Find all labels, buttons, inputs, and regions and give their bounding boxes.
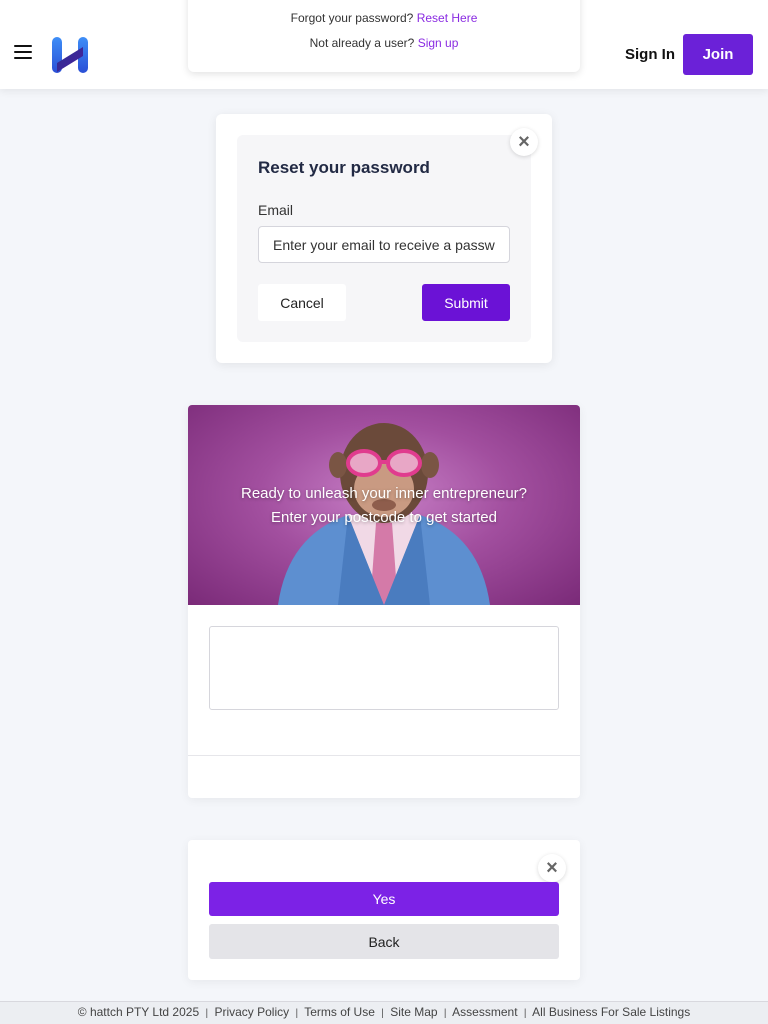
forgot-password-text: Forgot your password? — [290, 11, 414, 25]
hero-banner: Ready to unleash your inner entrepreneur… — [188, 405, 580, 605]
footer-separator: | — [295, 1008, 299, 1019]
card-divider — [188, 755, 580, 756]
close-icon[interactable]: × — [538, 854, 566, 882]
signup-row: Not already a user? Sign up — [188, 36, 580, 50]
email-field[interactable] — [258, 226, 510, 263]
copyright-text: © hattch PTY Ltd 2025 — [77, 1005, 200, 1019]
reset-password-title: Reset your password — [258, 158, 430, 177]
yes-button[interactable]: Yes — [209, 882, 559, 916]
hamburger-menu-icon[interactable] — [14, 45, 32, 59]
footer-separator: | — [443, 1008, 447, 1019]
site-map-link[interactable]: Site Map — [390, 1005, 437, 1019]
cancel-button[interactable]: Cancel — [258, 284, 346, 321]
footer-separator: | — [523, 1008, 527, 1019]
back-button[interactable]: Back — [209, 924, 559, 959]
join-button[interactable]: Join — [683, 34, 753, 75]
hattch-logo-icon[interactable] — [51, 36, 89, 74]
sign-up-link[interactable]: Sign up — [418, 36, 459, 50]
all-listings-link[interactable]: All Business For Sale Listings — [532, 1005, 690, 1019]
footer-separator: | — [205, 1008, 209, 1019]
terms-of-use-link[interactable]: Terms of Use — [304, 1005, 375, 1019]
login-card: Forgot your password? Reset Here Not alr… — [188, 0, 580, 72]
footer-separator: | — [381, 1008, 384, 1019]
forgot-password-row: Forgot your password? Reset Here — [188, 11, 580, 25]
not-user-text: Not already a user? — [309, 36, 415, 50]
submit-button[interactable]: Submit — [422, 284, 510, 321]
assessment-link[interactable]: Assessment — [452, 1005, 517, 1019]
hero-subheadline: Enter your postcode to get started — [271, 509, 497, 526]
privacy-policy-link[interactable]: Privacy Policy — [214, 1005, 289, 1019]
hero-headline: Ready to unleash your inner entrepreneur… — [240, 485, 528, 502]
postcode-input[interactable] — [209, 626, 559, 710]
sign-in-button[interactable]: Sign In — [622, 34, 678, 74]
email-label: Email — [258, 202, 294, 218]
hero-text: Ready to unleash your inner entrepreneur… — [188, 482, 580, 530]
close-icon[interactable]: × — [510, 128, 538, 156]
site-footer: © hattch PTY Ltd 2025 | Privacy Policy |… — [0, 1001, 768, 1024]
reset-here-link[interactable]: Reset Here — [417, 11, 478, 25]
postcode-card: Ready to unleash your inner entrepreneur… — [188, 405, 580, 798]
